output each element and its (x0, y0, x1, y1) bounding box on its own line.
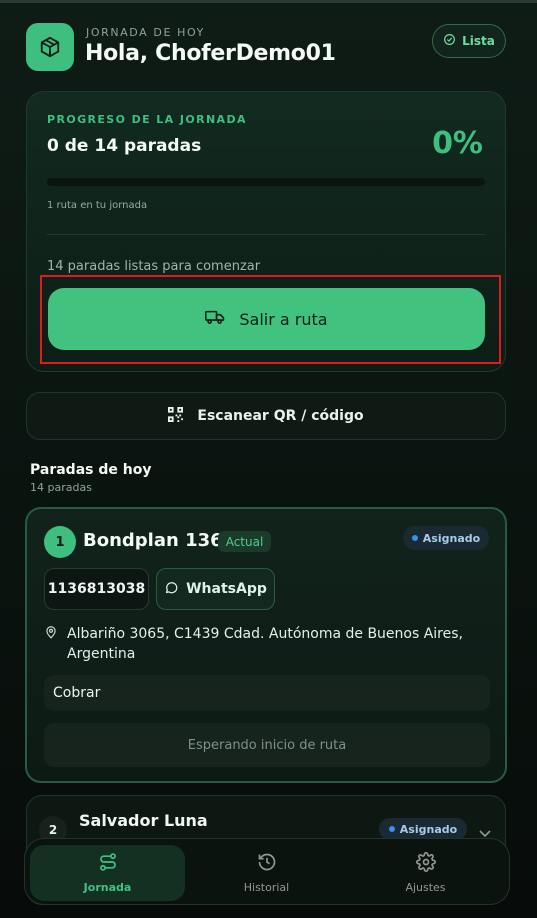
divider (47, 234, 485, 235)
whatsapp-label: WhatsApp (186, 581, 267, 597)
history-icon (257, 852, 277, 875)
nav-item-ajustes[interactable]: Ajustes (348, 845, 503, 901)
status-badge: Asignado (379, 818, 467, 840)
collect-label: Cobrar (53, 685, 101, 701)
chat-bubble-icon (164, 580, 179, 599)
address-text: Albariño 3065, C1439 Cdad. Autónoma de B… (67, 626, 463, 662)
header: JORNADA DE HOY Hola, ChoferDemo01 Lista (26, 23, 506, 71)
stop-number: 1 (44, 526, 76, 558)
waiting-status: Esperando inicio de ruta (44, 723, 490, 767)
box-icon (26, 23, 74, 71)
status-dot-icon (388, 826, 395, 832)
progress-percent: 0% (432, 126, 483, 161)
top-border (0, 0, 537, 3)
greeting-title: Hola, ChoferDemo01 (85, 41, 336, 66)
stop-name: Bondplan 1367 (83, 530, 236, 551)
scan-qr-button[interactable]: Escanear QR / código (26, 392, 506, 440)
collect-field[interactable]: Cobrar (44, 675, 490, 711)
route-icon (98, 852, 118, 875)
status-badge: Asignado (403, 526, 489, 550)
location-pin-icon (44, 624, 58, 664)
stop-address: Albariño 3065, C1439 Cdad. Autónoma de B… (44, 624, 474, 664)
status-dot-icon (411, 535, 418, 541)
stop-card-current[interactable]: 1 Bondplan 1367 Actual Asignado 11368130… (25, 507, 507, 783)
progress-count: 0 de 14 paradas (47, 136, 202, 156)
nav-label: Jornada (83, 881, 132, 894)
stops-section-subtitle: 14 paradas (30, 481, 92, 494)
start-route-button[interactable]: Salir a ruta (48, 288, 485, 350)
status-pill[interactable]: Lista (432, 24, 506, 58)
ready-text: 14 paradas listas para comenzar (47, 259, 261, 274)
truck-icon (205, 309, 225, 329)
nav-label: Historial (243, 881, 290, 894)
nav-item-jornada[interactable]: Jornada (30, 845, 185, 901)
phone-label: 1136813038 (47, 581, 146, 597)
stops-section-title: Paradas de hoy (30, 462, 152, 478)
bottom-nav: Jornada Historial Ajustes (24, 838, 510, 905)
scan-qr-label: Escanear QR / código (197, 408, 364, 424)
progress-bar (47, 178, 485, 186)
status-badge-label: Asignado (399, 822, 458, 836)
current-badge: Actual (218, 531, 271, 552)
start-route-label: Salir a ruta (239, 309, 328, 329)
status-pill-label: Lista (462, 34, 495, 48)
progress-card: PROGRESO DE LA JORNADA 0 de 14 paradas 0… (26, 91, 506, 372)
status-badge-label: Asignado (422, 531, 481, 545)
nav-label: Ajustes (405, 881, 446, 894)
stop-name: Salvador Luna (79, 811, 208, 830)
qr-code-icon (168, 406, 184, 426)
progress-label: PROGRESO DE LA JORNADA (47, 113, 247, 126)
phone-button[interactable]: 1136813038 (44, 568, 149, 610)
whatsapp-button[interactable]: WhatsApp (156, 568, 275, 610)
waiting-text: Esperando inicio de ruta (187, 737, 347, 753)
check-circle-icon (443, 33, 456, 49)
header-eyebrow: JORNADA DE HOY (86, 26, 205, 39)
nav-item-historial[interactable]: Historial (189, 845, 344, 901)
gear-icon (415, 852, 436, 875)
routes-text: 1 ruta en tu jornada (47, 200, 148, 211)
